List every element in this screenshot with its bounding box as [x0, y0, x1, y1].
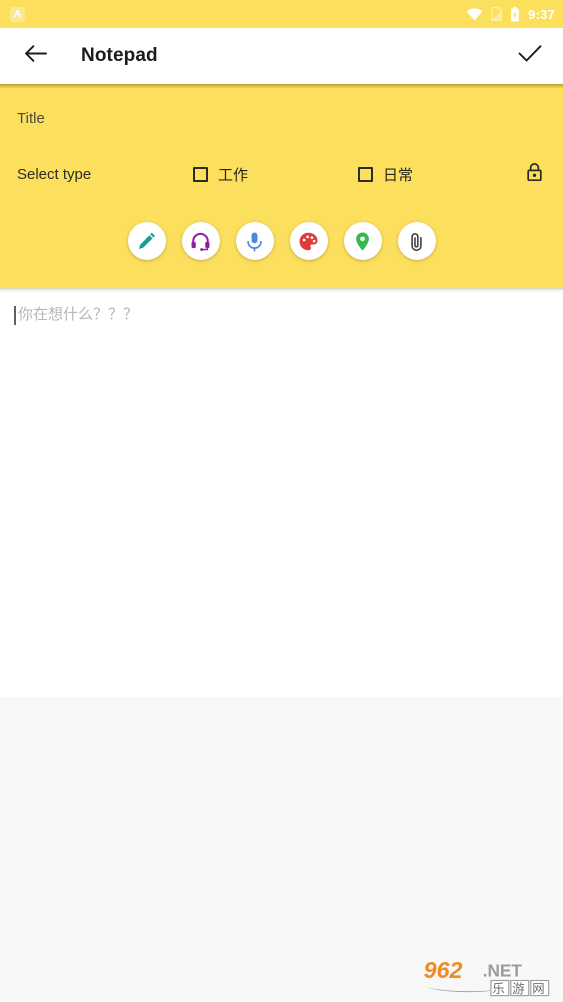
paperclip-icon: [406, 231, 427, 252]
checkbox-work-label: 工作: [218, 166, 249, 184]
pencil-icon: [136, 231, 157, 252]
palette-button[interactable]: [289, 222, 328, 260]
title-field-row[interactable]: Title: [0, 88, 563, 148]
note-meta-card: Title Select type 工作 日常: [0, 88, 563, 288]
lock-icon: [526, 162, 543, 187]
location-button[interactable]: [343, 222, 382, 260]
headphones-icon: [190, 231, 211, 252]
back-arrow-icon: [24, 44, 47, 68]
note-body-area[interactable]: 你在想什么？？？: [0, 293, 563, 697]
status-bar-left: A: [10, 6, 25, 22]
battery-charging-icon: [510, 6, 520, 22]
note-text-input[interactable]: 你在想什么？？？: [14, 305, 549, 324]
app-toolbar: Notepad: [0, 28, 563, 84]
select-type-row: Select type 工作 日常: [0, 148, 563, 200]
pencil-button[interactable]: [127, 222, 166, 260]
checkmark-icon: [518, 44, 542, 68]
status-bar-right: 9:37: [466, 6, 555, 22]
microphone-button[interactable]: [235, 222, 274, 260]
microphone-icon: [244, 231, 265, 252]
sim-card-icon: [490, 7, 503, 21]
lock-button[interactable]: [522, 162, 546, 186]
action-button-row: [0, 200, 563, 288]
notepad-screen: A 9:37 Notepad Title Select type 工作 日常 你…: [0, 0, 563, 1002]
location-pin-icon: [352, 231, 373, 252]
site-watermark: 962 .NET 乐 游 网: [421, 953, 554, 997]
back-button[interactable]: [22, 43, 48, 69]
svg-text:游: 游: [512, 982, 524, 996]
attachment-button[interactable]: [397, 222, 436, 260]
checkbox-daily-box[interactable]: [358, 166, 374, 182]
text-caret: [14, 306, 16, 325]
wifi-icon: [466, 7, 483, 21]
watermark-cn: 乐 游 网: [490, 979, 550, 997]
svg-text:网: 网: [532, 982, 544, 996]
svg-text:乐: 乐: [492, 982, 504, 996]
watermark-number: 962: [424, 957, 463, 983]
checkbox-work[interactable]: 工作: [193, 164, 248, 185]
save-note-button[interactable]: [517, 43, 543, 69]
palette-icon: [298, 231, 319, 252]
watermark-tld: .NET: [483, 960, 523, 980]
headphones-button[interactable]: [181, 222, 220, 260]
checkbox-daily-label: 日常: [383, 166, 414, 184]
app-notification-icon: A: [10, 6, 25, 22]
title-input[interactable]: Title: [17, 110, 45, 127]
select-type-label: Select type: [17, 165, 92, 183]
checkbox-work-box[interactable]: [193, 166, 208, 182]
page-title: Notepad: [81, 45, 158, 66]
status-bar-clock: 9:37: [528, 6, 555, 22]
checkbox-daily[interactable]: 日常: [358, 164, 413, 185]
status-bar: A 9:37: [0, 0, 563, 28]
